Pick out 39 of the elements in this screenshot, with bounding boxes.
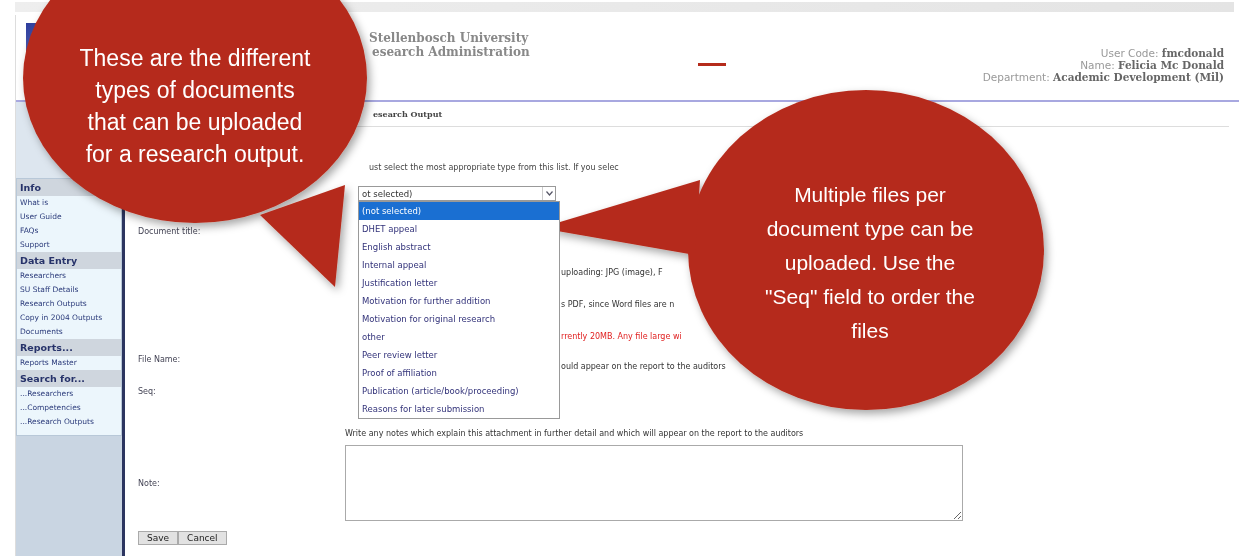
callout-text: These are the different types of documents that can be uploaded for a research output. [78,44,312,169]
hint-text: Write any notes which explain this attachment in further detail and which will appear on the report to the auditors [345,429,804,438]
hint-text: s PDF, since Word files are n [561,300,675,309]
instruction-text: ust select the most appropriate type from this list. If you selec [369,163,619,172]
dash-icon [697,63,726,66]
user-info: User Code: fmcdonald [1100,47,1224,59]
dropdown-option[interactable]: DHET appeal [359,220,559,238]
dropdown-option[interactable]: other [359,328,559,346]
site-subtitle: esearch Administration [371,45,530,59]
dropdown-option[interactable]: English abstract [359,238,559,256]
field-label: Seq: [138,387,156,396]
hint-text: ould appear on the report to the auditors [561,362,726,371]
field-label: Note: [138,478,161,488]
dropdown-option[interactable]: Internal appeal [359,256,559,274]
document-type-select[interactable]: ot selected) [358,186,556,201]
dropdown-option[interactable]: (not selected) [359,202,559,220]
breadcrumb: esearch Output [373,109,443,119]
sidebar-heading: Search for... [17,370,121,387]
field-label: File Name: [138,355,181,364]
hint-text: uploading: JPG (image), F [561,268,663,277]
user-info: Name: Felicia Mc Donald [1080,59,1224,71]
dropdown-option[interactable]: Publication (article/book/proceeding) [359,382,559,400]
form-button[interactable]: Cancel [178,531,227,545]
caret-icon [542,187,555,200]
dropdown-option[interactable]: Peer review letter [359,346,559,364]
form-button[interactable]: Save [138,531,179,545]
dropdown-option[interactable]: Motivation for further addition [359,292,559,310]
field-label: Document title: [138,227,201,236]
callout-text: Multiple files per document type can be uploaded. Use the "Seq" field to order the files [764,182,976,344]
note-field[interactable] [345,445,963,521]
dropdown-option[interactable]: Justification letter [359,274,559,292]
dropdown-option[interactable]: Motivation for original research [359,310,559,328]
site-title: Stellenbosch University [369,31,530,45]
dropdown-option[interactable]: Proof of affiliation [359,364,559,382]
warning-text: rrently 20MB. Any file large wi [561,332,682,341]
dropdown-option[interactable]: Reasons for later submission [359,400,559,418]
sidebar-heading: Data Entry [17,252,121,269]
user-info: Department: Academic Development (Mil) [982,71,1224,83]
sidebar-heading: Reports... [17,339,121,356]
